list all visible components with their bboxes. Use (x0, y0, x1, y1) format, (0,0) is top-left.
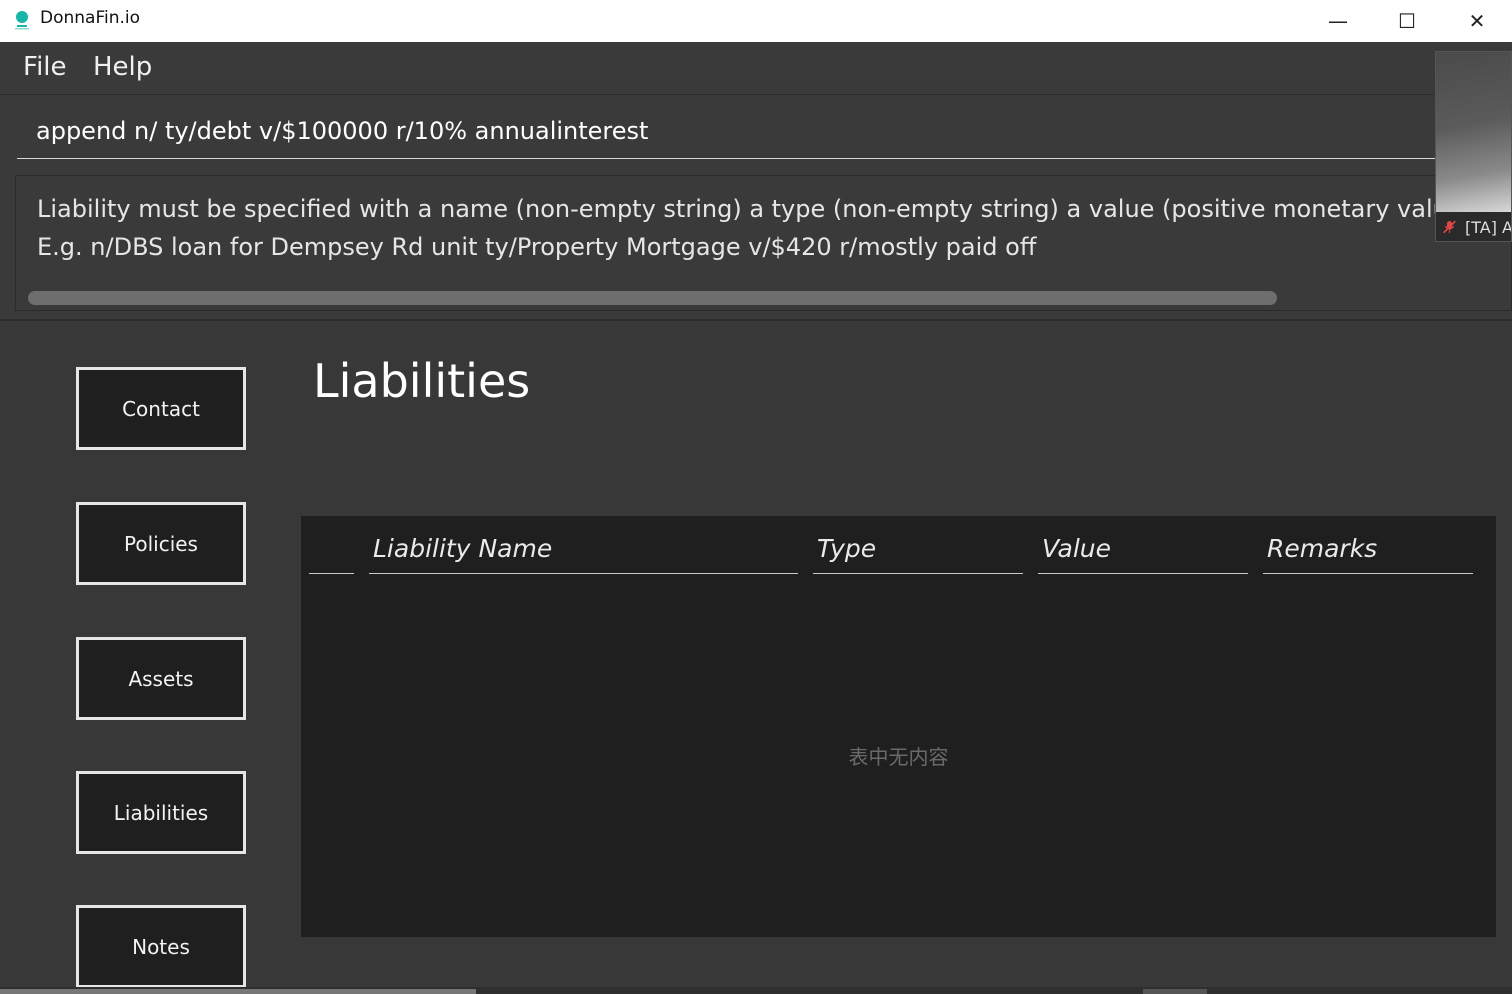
column-header-value[interactable]: Value (1038, 534, 1248, 574)
contact-tab-button[interactable]: Contact (76, 367, 246, 450)
result-horizontal-scrollbar[interactable] (28, 291, 1277, 305)
liabilities-table[interactable]: Liability Name Type Value Remarks 表中无内容 (301, 516, 1496, 937)
policies-tab-button[interactable]: Policies (76, 502, 246, 585)
command-input[interactable] (17, 103, 1437, 159)
window-title: DonnaFin.io (40, 8, 141, 28)
video-feed (1436, 52, 1511, 212)
menu-help[interactable]: Help (93, 52, 152, 82)
column-header-liability-name[interactable]: Liability Name (369, 534, 798, 574)
bottom-scrollbar-thumb[interactable] (1143, 989, 1207, 994)
result-message-line: Liability must be specified with a name … (37, 195, 1512, 223)
liabilities-tab-button[interactable]: Liabilities (76, 771, 246, 854)
video-call-overlay[interactable]: [TA] A (1435, 51, 1512, 242)
title-bar: DonnaFin.io — ☐ ✕ (0, 0, 1512, 42)
maximize-button[interactable]: ☐ (1372, 0, 1442, 42)
minimize-button[interactable]: — (1303, 0, 1373, 42)
bottom-scrollbar-edge (0, 989, 476, 994)
close-button[interactable]: ✕ (1442, 0, 1512, 42)
column-header-index[interactable] (309, 534, 354, 574)
app-window: DonnaFin.io — ☐ ✕ File Help Liability mu… (0, 0, 1512, 994)
table-empty-placeholder: 表中无内容 (848, 745, 949, 769)
command-box (0, 95, 1512, 171)
minimize-icon: — (1328, 9, 1348, 33)
app-logo-icon (15, 11, 29, 30)
notes-tab-button[interactable]: Notes (76, 905, 246, 988)
page-title: Liabilities (313, 354, 531, 408)
close-icon: ✕ (1468, 9, 1486, 33)
main-panel: Contact Policies Assets Liabilities Note… (0, 321, 1512, 994)
participant-label: [TA] A (1465, 217, 1512, 237)
mic-muted-icon (1443, 220, 1456, 234)
assets-tab-button[interactable]: Assets (76, 637, 246, 720)
result-example-line: E.g. n/DBS loan for Dempsey Rd unit ty/P… (37, 233, 1037, 261)
menu-bar: File Help (0, 42, 1512, 95)
result-display: Liability must be specified with a name … (15, 175, 1512, 311)
maximize-icon: ☐ (1398, 9, 1416, 33)
column-header-remarks[interactable]: Remarks (1263, 534, 1473, 574)
video-label-bar: [TA] A (1436, 212, 1512, 241)
column-header-type[interactable]: Type (813, 534, 1023, 574)
menu-file[interactable]: File (23, 52, 67, 82)
